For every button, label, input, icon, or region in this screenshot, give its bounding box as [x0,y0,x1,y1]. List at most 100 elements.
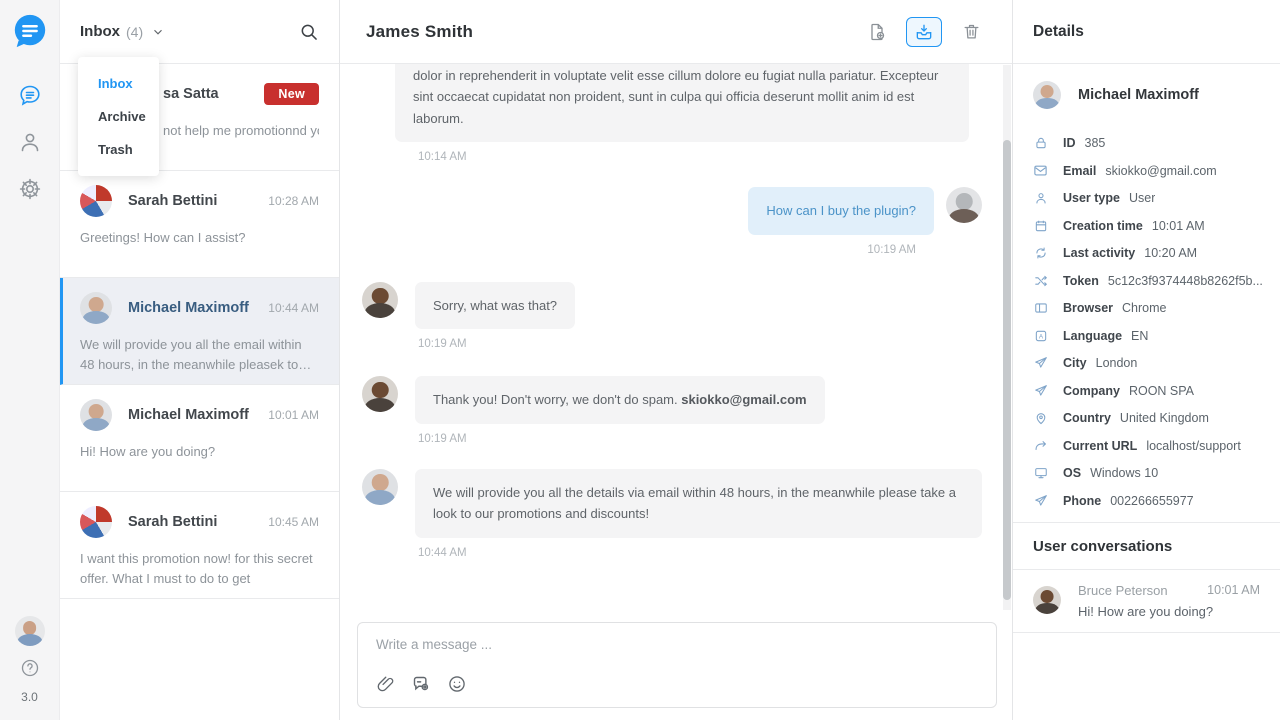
filter-label: Inbox [80,23,120,40]
inbox-filter-toggle[interactable]: Inbox (4) [80,23,165,40]
message-time: 10:44 AM [418,547,982,559]
message-outgoing: How can I buy the plugin? [362,187,982,234]
calendar-icon [1033,218,1048,233]
detail-row-phone: Phone 002266655977 [1033,493,1266,508]
dropdown-item-archive[interactable]: Archive [78,100,159,133]
conversation-preview: Greetings! How can I assist? [80,228,319,248]
user-conversation-item[interactable]: Bruce Peterson 10:01 AM Hi! How are you … [1013,569,1280,633]
messages-area: dolor in reprehenderit in voluptate veli… [340,64,1012,622]
svg-text:A: A [1038,333,1043,340]
details-panel: Details Michael Maximoff ID 385 Email sk… [1012,0,1280,720]
avatar [80,506,112,538]
message-time: 10:19 AM [362,244,916,256]
conversation-time: 10:01 AM [268,408,319,422]
chat-header: James Smith [340,0,1012,64]
detail-row-city: City London [1033,356,1266,371]
message-incoming: dolor in reprehenderit in voluptate veli… [362,64,982,142]
detail-row-user-type: User type User [1033,191,1266,206]
monitor-icon [1033,466,1048,481]
paper-plane-icon [1033,383,1048,398]
avatar [80,185,112,217]
detail-row-country: Country United Kingdom [1033,411,1266,426]
message-time: 10:19 AM [418,338,982,350]
conversations-icon[interactable] [17,82,43,108]
avatar [362,469,398,505]
conversation-time: 10:44 AM [268,301,319,315]
details-user: Michael Maximoff [1013,64,1280,115]
message-time: 10:19 AM [418,433,982,445]
conversation-item[interactable]: Sarah Bettini 10:28 AM Greetings! How ca… [60,171,339,278]
chat-scrollbar-thumb[interactable] [1003,140,1011,600]
avatar [1033,586,1061,614]
browser-icon [1033,301,1048,316]
conversation-name: Sarah Bettini [128,193,217,209]
conversation-item[interactable]: Michael Maximoff 10:01 AM Hi! How are yo… [60,385,339,492]
message-incoming: Sorry, what was that? [362,282,982,329]
conversation-name: Michael Maximoff [128,407,249,423]
user-conversation-name: Bruce Peterson [1078,583,1168,598]
details-header: Details [1013,0,1280,64]
message-bubble: Sorry, what was that? [415,282,575,329]
conversation-time: 10:28 AM [268,194,319,208]
emoji-icon[interactable] [447,674,467,695]
details-user-name: Michael Maximoff [1078,87,1199,103]
detail-row-os: OS Windows 10 [1033,466,1266,481]
conversation-item-selected[interactable]: Michael Maximoff 10:44 AM We will provid… [60,278,339,385]
detail-row-email: Email skiokko@gmail.com [1033,163,1266,178]
envelope-icon [1033,163,1048,178]
archive-conversation-icon[interactable] [906,17,942,47]
details-rows: ID 385 Email skiokko@gmail.com User type… [1013,115,1280,522]
attachment-icon[interactable] [376,674,396,695]
avatar [80,292,112,324]
help-icon[interactable] [20,658,40,678]
avatar [362,282,398,318]
app-logo-icon [11,12,49,50]
dropdown-item-trash[interactable]: Trash [78,133,159,166]
avatar [1033,81,1061,109]
delete-conversation-icon[interactable] [956,18,986,46]
paper-plane-icon [1033,493,1048,508]
message-bubble: How can I buy the plugin? [748,187,934,234]
avatar [946,187,982,223]
message-bubble: We will provide you all the details via … [415,469,982,538]
lock-icon [1033,136,1048,151]
location-pin-icon [1033,411,1048,426]
chat-scrollbar [1003,65,1011,610]
nav-rail: 3.0 [0,0,60,720]
chevron-down-icon [151,25,165,39]
user-icon [1033,191,1048,206]
canned-responses-icon[interactable] [411,674,432,695]
settings-icon[interactable] [17,176,43,202]
detail-row-company: Company ROON SPA [1033,383,1266,398]
support-chat-app: 3.0 Inbox (4) sa Satta New not help me p… [0,0,1280,720]
detail-row-token: Token 5c12c3f9374448b8262f5b... [1033,273,1266,288]
detail-row-id: ID 385 [1033,136,1266,151]
message-incoming: Thank you! Don't worry, we don't do spam… [362,376,982,423]
message-bubble: dolor in reprehenderit in voluptate veli… [395,64,969,142]
avatar [362,376,398,412]
chat-panel: James Smith dolor in reprehenderit in vo… [340,0,1012,720]
message-email: skiokko@gmail.com [681,392,806,407]
conversation-item[interactable]: Sarah Bettini 10:45 AM I want this promo… [60,492,339,599]
current-user-avatar[interactable] [15,616,45,646]
filter-count: (4) [126,24,143,40]
conversation-preview: I want this promotion now! for this secr… [80,549,319,589]
new-badge: New [264,83,319,105]
conversation-time: 10:45 AM [268,515,319,529]
conversation-preview: We will provide you all the email within… [80,335,319,375]
detail-row-browser: Browser Chrome [1033,301,1266,316]
search-icon[interactable] [299,22,319,42]
message-input[interactable] [376,637,978,652]
dropdown-item-inbox[interactable]: Inbox [78,67,159,100]
conversation-preview: Hi! How are you doing? [80,442,319,462]
refresh-icon [1033,246,1048,261]
shuffle-icon [1033,273,1048,288]
add-note-icon[interactable] [862,18,892,46]
detail-row-last-activity: Last activity 10:20 AM [1033,246,1266,261]
conversation-name: Sarah Bettini [128,514,217,530]
user-conversation-preview: Hi! How are you doing? [1078,604,1260,619]
contacts-icon[interactable] [17,129,43,155]
chat-title: James Smith [366,22,473,42]
share-arrow-icon [1033,438,1048,453]
paper-plane-icon [1033,356,1048,371]
